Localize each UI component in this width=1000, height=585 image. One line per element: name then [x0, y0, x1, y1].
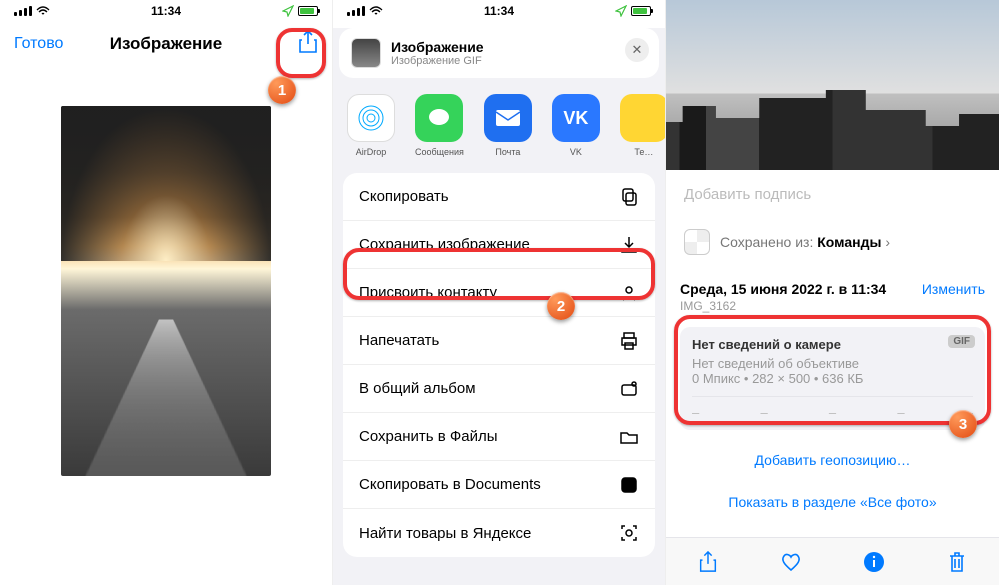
contact-icon — [619, 283, 639, 303]
done-button[interactable]: Готово — [14, 35, 74, 53]
close-button[interactable]: ✕ — [625, 38, 649, 62]
action-print[interactable]: Напечатать — [343, 317, 655, 365]
sheet-title: Изображение — [391, 39, 484, 55]
camera-info: Нет сведений о камере — [692, 337, 973, 352]
phone-2: 11:34 Изображение Изображение GIF ✕ AirD… — [333, 0, 666, 585]
battery-icon — [298, 6, 318, 16]
folder-icon — [619, 427, 639, 447]
airdrop-icon — [347, 94, 395, 142]
app-more[interactable]: Те… — [620, 94, 665, 157]
action-copy[interactable]: Скопировать — [343, 173, 655, 221]
favorite-icon[interactable] — [780, 551, 802, 573]
exif-dashes: ––––– — [692, 396, 973, 420]
action-save-files[interactable]: Сохранить в Файлы — [343, 413, 655, 461]
app-label: AirDrop — [356, 147, 387, 157]
battery-icon — [631, 6, 651, 16]
app-label: Сообщения — [415, 147, 464, 157]
actions-list: Скопировать Сохранить изображение Присво… — [343, 173, 655, 557]
messages-icon — [415, 94, 463, 142]
svg-text:D: D — [625, 481, 632, 492]
saved-from-row[interactable]: Сохранено из: Команды › — [672, 219, 993, 265]
location-icon — [615, 5, 627, 17]
triptych: 11:34 Готово Изображение 1 11:34 — [0, 0, 1000, 585]
app-label: Те… — [634, 147, 653, 157]
documents-icon: D — [619, 475, 639, 495]
badge-1: 1 — [268, 76, 296, 104]
action-copy-documents[interactable]: Скопировать в DocumentsD — [343, 461, 655, 509]
action-shared-album[interactable]: В общий альбом — [343, 365, 655, 413]
shortcuts-icon — [684, 229, 710, 255]
vk-icon: VK — [552, 94, 600, 142]
status-bar: 11:34 — [333, 0, 665, 22]
download-icon — [619, 235, 639, 255]
date-row: Среда, 15 июня 2022 г. в 11:34 Изменить — [666, 271, 999, 297]
app-vk[interactable]: VK VK — [552, 94, 600, 157]
lens-info: Нет сведений об объективе — [692, 356, 973, 371]
app-label: Почта — [495, 147, 520, 157]
page-title: Изображение — [74, 34, 258, 54]
action-assign-contact[interactable]: Присвоить контакту — [343, 269, 655, 317]
show-in-all-photos[interactable]: Показать в разделе «Все фото» — [666, 480, 999, 524]
saved-from-label: Сохранено из: Команды › — [720, 234, 890, 250]
sheet-subtitle: Изображение GIF — [391, 55, 484, 67]
status-bar: 11:34 — [0, 0, 332, 22]
caption-input[interactable]: Добавить подпись — [672, 176, 993, 213]
share-icon — [298, 30, 318, 54]
wifi-icon — [36, 6, 50, 16]
signal-icon — [347, 6, 365, 16]
shared-album-icon — [619, 379, 639, 399]
app-label: VK — [570, 147, 582, 157]
app-messages[interactable]: Сообщения — [415, 94, 464, 157]
wifi-icon — [369, 6, 383, 16]
photo-header[interactable] — [666, 0, 999, 170]
document-thumb — [351, 38, 381, 68]
trash-icon[interactable] — [946, 551, 968, 573]
copy-icon — [619, 187, 639, 207]
share-icon[interactable] — [697, 551, 719, 573]
dimensions-info: 0 Мпикс • 282 × 500 • 636 КБ — [692, 371, 973, 386]
gif-badge: GIF — [948, 335, 975, 348]
edit-date-button[interactable]: Изменить — [922, 281, 985, 297]
print-icon — [619, 331, 639, 351]
info-icon[interactable] — [863, 551, 885, 573]
navbar: Готово Изображение — [0, 22, 332, 66]
scan-icon — [619, 523, 639, 543]
add-geo-button[interactable]: Добавить геопозицию… — [680, 440, 985, 480]
action-save-image[interactable]: Сохранить изображение — [343, 221, 655, 269]
bottom-toolbar — [666, 537, 999, 585]
share-apps-row[interactable]: AirDrop Сообщения Почта VK VK Те… — [333, 84, 665, 173]
mail-icon — [484, 94, 532, 142]
clock: 11:34 — [484, 4, 514, 18]
filename-label: IMG_3162 — [666, 297, 999, 323]
signal-icon — [14, 6, 32, 16]
app-mail[interactable]: Почта — [484, 94, 532, 157]
location-icon — [282, 5, 294, 17]
image-preview[interactable] — [0, 106, 332, 476]
phone-1: 11:34 Готово Изображение 1 — [0, 0, 333, 585]
action-find-yandex[interactable]: Найти товары в Яндексе — [343, 509, 655, 557]
metadata-box: Нет сведений о камере GIF Нет сведений о… — [680, 327, 985, 430]
preview-photo — [61, 106, 271, 476]
share-button[interactable] — [258, 30, 318, 59]
phone-3: Добавить подпись Сохранено из: Команды ›… — [666, 0, 999, 585]
date-label: Среда, 15 июня 2022 г. в 11:34 — [680, 281, 886, 297]
yandex-icon — [620, 94, 665, 142]
clock: 11:34 — [151, 4, 181, 18]
share-header: Изображение Изображение GIF ✕ — [339, 28, 659, 78]
app-airdrop[interactable]: AirDrop — [347, 94, 395, 157]
